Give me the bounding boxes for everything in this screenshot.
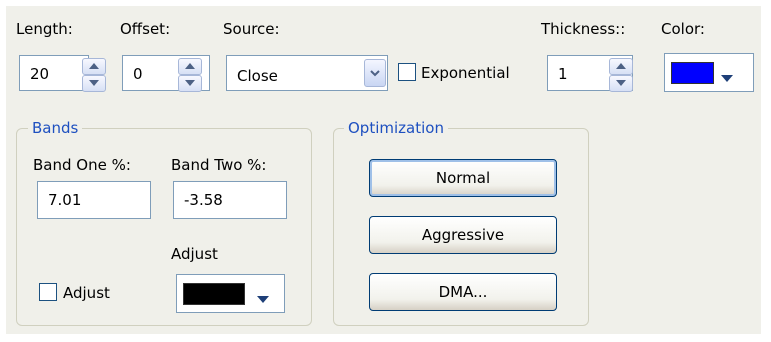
chevron-down-icon <box>370 70 380 77</box>
thickness-value: 1 <box>558 65 568 83</box>
dropdown-arrow-icon <box>257 290 269 308</box>
offset-up-button[interactable] <box>178 58 202 75</box>
thickness-spinner[interactable] <box>609 58 633 92</box>
offset-spinner[interactable] <box>178 58 202 92</box>
length-field[interactable]: 20 <box>19 55 89 91</box>
optimization-group-title: Optimization <box>344 119 448 137</box>
band-one-value: 7.01 <box>48 191 82 209</box>
source-value: Close <box>237 67 278 85</box>
band-two-value: -3.58 <box>184 191 223 209</box>
up-arrow-icon <box>185 63 195 69</box>
color-swatch <box>671 62 714 84</box>
settings-panel: Length: 20 Offset: 0 Source: Close Expon… <box>6 6 761 334</box>
offset-down-button[interactable] <box>178 75 202 92</box>
source-label: Source: <box>223 20 280 38</box>
adjust-checkbox[interactable] <box>39 283 57 301</box>
aggressive-button[interactable]: Aggressive <box>369 216 557 254</box>
adjust-color-picker[interactable] <box>176 274 285 313</box>
band-two-label: Band Two %: <box>171 156 267 174</box>
source-select[interactable]: Close <box>226 55 388 91</box>
thickness-down-button[interactable] <box>609 75 633 92</box>
offset-value: 0 <box>133 65 143 83</box>
band-one-field[interactable]: 7.01 <box>37 181 151 219</box>
exponential-label: Exponential <box>421 64 510 82</box>
color-picker[interactable] <box>664 53 754 92</box>
thickness-up-button[interactable] <box>609 58 633 75</box>
band-two-field[interactable]: -3.58 <box>173 181 287 219</box>
down-arrow-icon <box>616 80 626 86</box>
adjust-color-swatch <box>183 283 245 305</box>
source-dropdown-button[interactable] <box>364 59 386 87</box>
adjust-checkbox-label: Adjust <box>63 284 110 302</box>
adjust-color-label: Adjust <box>171 245 218 263</box>
normal-button[interactable]: Normal <box>369 159 557 197</box>
length-down-button[interactable] <box>82 75 106 92</box>
length-up-button[interactable] <box>82 58 106 75</box>
bands-group-title: Bands <box>28 119 83 137</box>
down-arrow-icon <box>185 80 195 86</box>
down-arrow-icon <box>89 80 99 86</box>
length-label: Length: <box>16 20 73 38</box>
offset-label: Offset: <box>120 20 171 38</box>
up-arrow-icon <box>89 63 99 69</box>
up-arrow-icon <box>616 63 626 69</box>
dma-button[interactable]: DMA... <box>369 273 557 311</box>
length-spinner[interactable] <box>82 58 106 92</box>
thickness-label: Thickness:: <box>541 20 626 38</box>
dropdown-arrow-icon <box>721 69 733 87</box>
band-one-label: Band One %: <box>33 156 131 174</box>
exponential-checkbox[interactable] <box>398 63 416 81</box>
color-label: Color: <box>661 20 705 38</box>
length-value: 20 <box>30 65 50 83</box>
